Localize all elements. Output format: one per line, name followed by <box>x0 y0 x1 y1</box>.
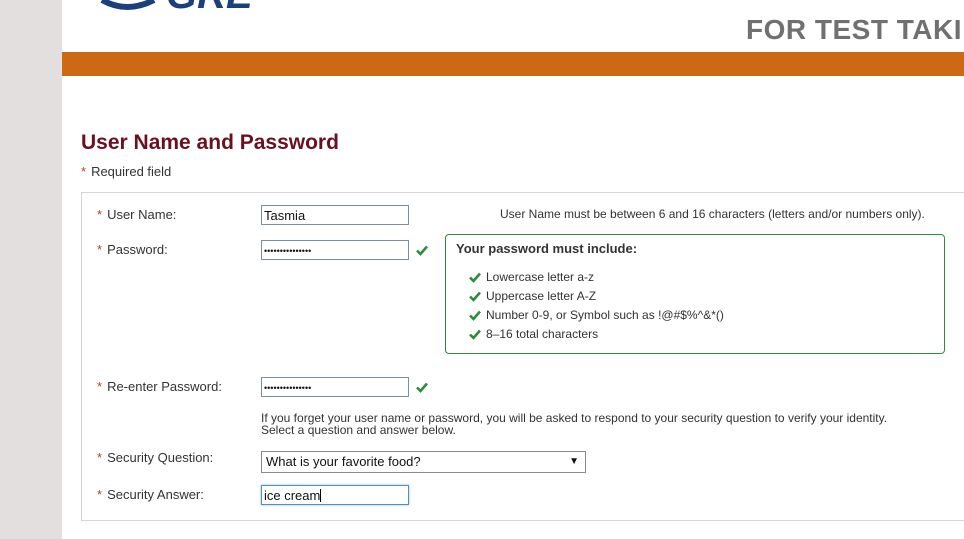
requirement-item: Uppercase letter A-Z <box>469 289 597 303</box>
security-answer-label: * Security Answer: <box>97 487 204 502</box>
reenter-valid-check-icon <box>416 382 428 393</box>
requirement-item: Lowercase letter a-z <box>469 270 595 284</box>
security-question-label-text: Security Question: <box>107 450 214 465</box>
check-icon <box>469 291 481 302</box>
reenter-password-label: * Re-enter Password: <box>97 379 222 394</box>
requirement-text: Number 0-9, or Symbol such as !@#$%^&*() <box>486 308 724 322</box>
username-label: * User Name: <box>97 207 176 222</box>
password-input[interactable]: ••••••••••••••• <box>261 240 409 260</box>
check-icon <box>469 310 481 321</box>
password-requirements-box: Your password must include: Lowercase le… <box>445 234 945 354</box>
required-marker: * <box>97 207 103 222</box>
required-marker: * <box>97 379 103 394</box>
requirement-item: 8–16 total characters <box>469 327 599 341</box>
password-label: * Password: <box>97 242 168 257</box>
reenter-password-input[interactable]: ••••••••••••••• <box>261 377 409 397</box>
required-marker: * <box>97 450 103 465</box>
requirement-item: Number 0-9, or Symbol such as !@#$%^&*() <box>469 308 724 322</box>
security-note: If you forget your user name or password… <box>261 412 941 436</box>
requirement-text: Uppercase letter A-Z <box>486 289 597 303</box>
security-question-selected: What is your favorite food? <box>266 454 421 469</box>
logo-text: GRE <box>166 0 254 14</box>
security-answer-label-text: Security Answer: <box>107 487 204 502</box>
requirement-text: Lowercase letter a-z <box>486 270 595 284</box>
required-marker: * <box>97 487 103 502</box>
header-title: FOR TEST TAKI <box>746 14 962 45</box>
reenter-password-label-text: Re-enter Password: <box>107 379 222 394</box>
check-icon <box>469 329 481 340</box>
username-hint: User Name must be between 6 and 16 chara… <box>500 207 925 221</box>
username-label-text: User Name: <box>107 207 177 222</box>
required-marker: * <box>97 242 103 257</box>
security-answer-input[interactable]: ice cream <box>261 485 409 505</box>
password-label-text: Password: <box>107 242 168 257</box>
accent-bar <box>62 52 964 76</box>
gre-logo: GRE <box>100 0 254 14</box>
dropdown-arrow-icon[interactable]: ▼ <box>569 452 579 472</box>
account-form: * User Name: Tasmia User Name must be bet… <box>81 192 964 521</box>
security-note-line2: Select a question and answer below. <box>261 423 456 437</box>
password-valid-check-icon <box>416 245 428 256</box>
required-note: * Required field <box>81 164 171 179</box>
registration-page: GRE FOR TEST TAKI User Name and Password… <box>62 0 964 539</box>
password-requirements-title: Your password must include: <box>456 241 638 256</box>
section-title: User Name and Password <box>81 131 339 154</box>
required-marker: * <box>81 164 87 179</box>
username-input[interactable]: Tasmia <box>261 205 409 225</box>
security-question-select[interactable]: What is your favorite food? ▼ <box>261 451 586 473</box>
check-icon <box>469 272 481 283</box>
security-question-label: * Security Question: <box>97 450 213 465</box>
required-note-text: Required field <box>91 164 172 179</box>
security-answer-value: ice cream <box>264 488 321 503</box>
text-caret <box>320 489 322 502</box>
requirement-text: 8–16 total characters <box>486 327 599 341</box>
